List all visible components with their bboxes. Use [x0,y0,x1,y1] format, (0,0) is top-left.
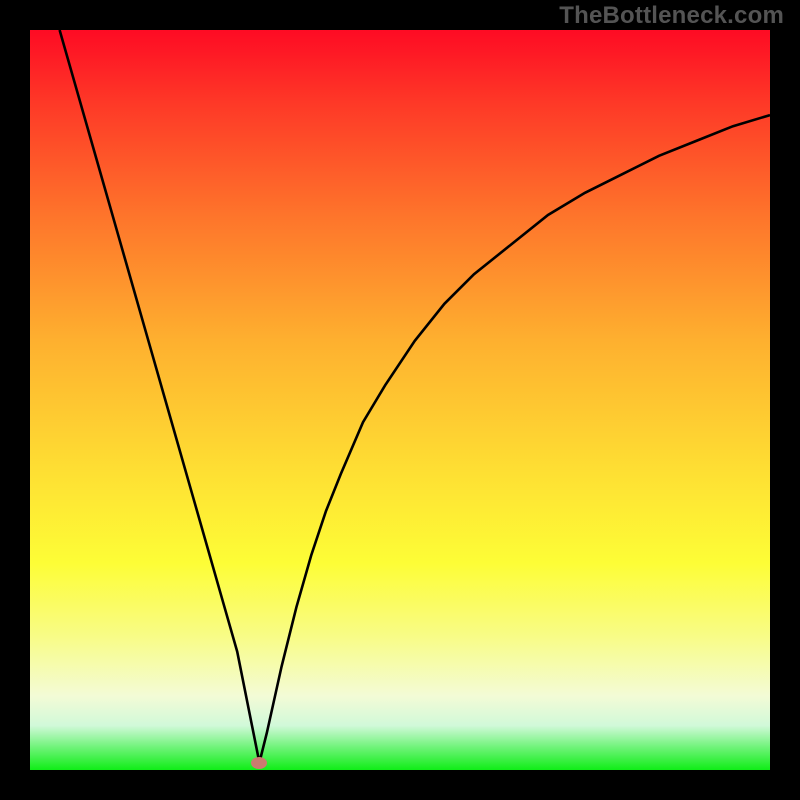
bottleneck-curve [30,30,770,770]
curve-path [60,30,770,763]
chart-frame: TheBottleneck.com [0,0,800,800]
minimum-marker [251,757,267,769]
plot-area [30,30,770,770]
watermark-text: TheBottleneck.com [559,2,784,30]
